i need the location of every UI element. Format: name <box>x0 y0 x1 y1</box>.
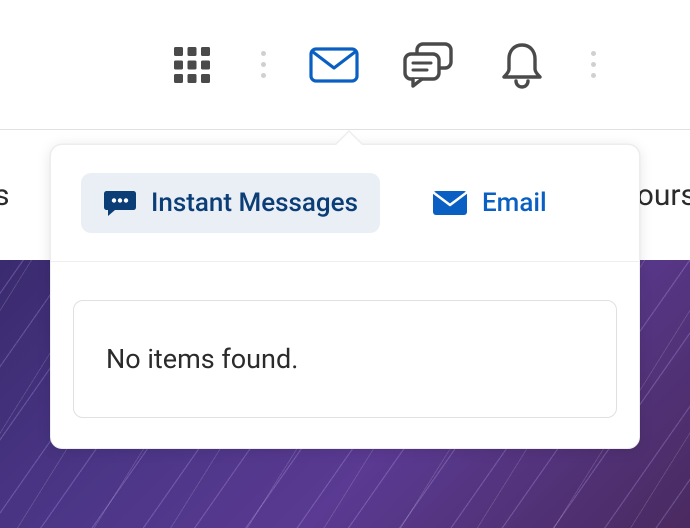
empty-state: No items found. <box>73 300 617 418</box>
kebab-menu-2[interactable] <box>583 51 603 78</box>
top-toolbar <box>0 0 690 130</box>
background-text-right: ours <box>637 178 690 213</box>
kebab-menu-1[interactable] <box>253 51 273 78</box>
messages-dropdown: Instant Messages Email No items found. <box>50 144 640 449</box>
tab-label: Instant Messages <box>151 188 358 218</box>
envelope-icon <box>432 190 468 216</box>
mail-button[interactable] <box>309 40 359 90</box>
bell-icon <box>501 41 543 89</box>
dropdown-content: No items found. <box>51 262 639 448</box>
background-text-left: s <box>0 178 9 213</box>
apps-grid-icon <box>170 43 214 87</box>
notifications-button[interactable] <box>497 40 547 90</box>
apps-grid-button[interactable] <box>167 40 217 90</box>
chat-icon <box>403 42 453 88</box>
dropdown-tabs: Instant Messages Email <box>51 145 639 262</box>
chat-bubble-icon <box>103 189 137 217</box>
dropdown-caret-icon <box>334 130 364 145</box>
tab-instant-messages[interactable]: Instant Messages <box>81 173 380 233</box>
chat-button[interactable] <box>403 40 453 90</box>
mail-icon <box>309 47 359 83</box>
empty-state-text: No items found. <box>106 343 298 375</box>
tab-label: Email <box>482 188 547 218</box>
tab-email[interactable]: Email <box>410 173 569 233</box>
